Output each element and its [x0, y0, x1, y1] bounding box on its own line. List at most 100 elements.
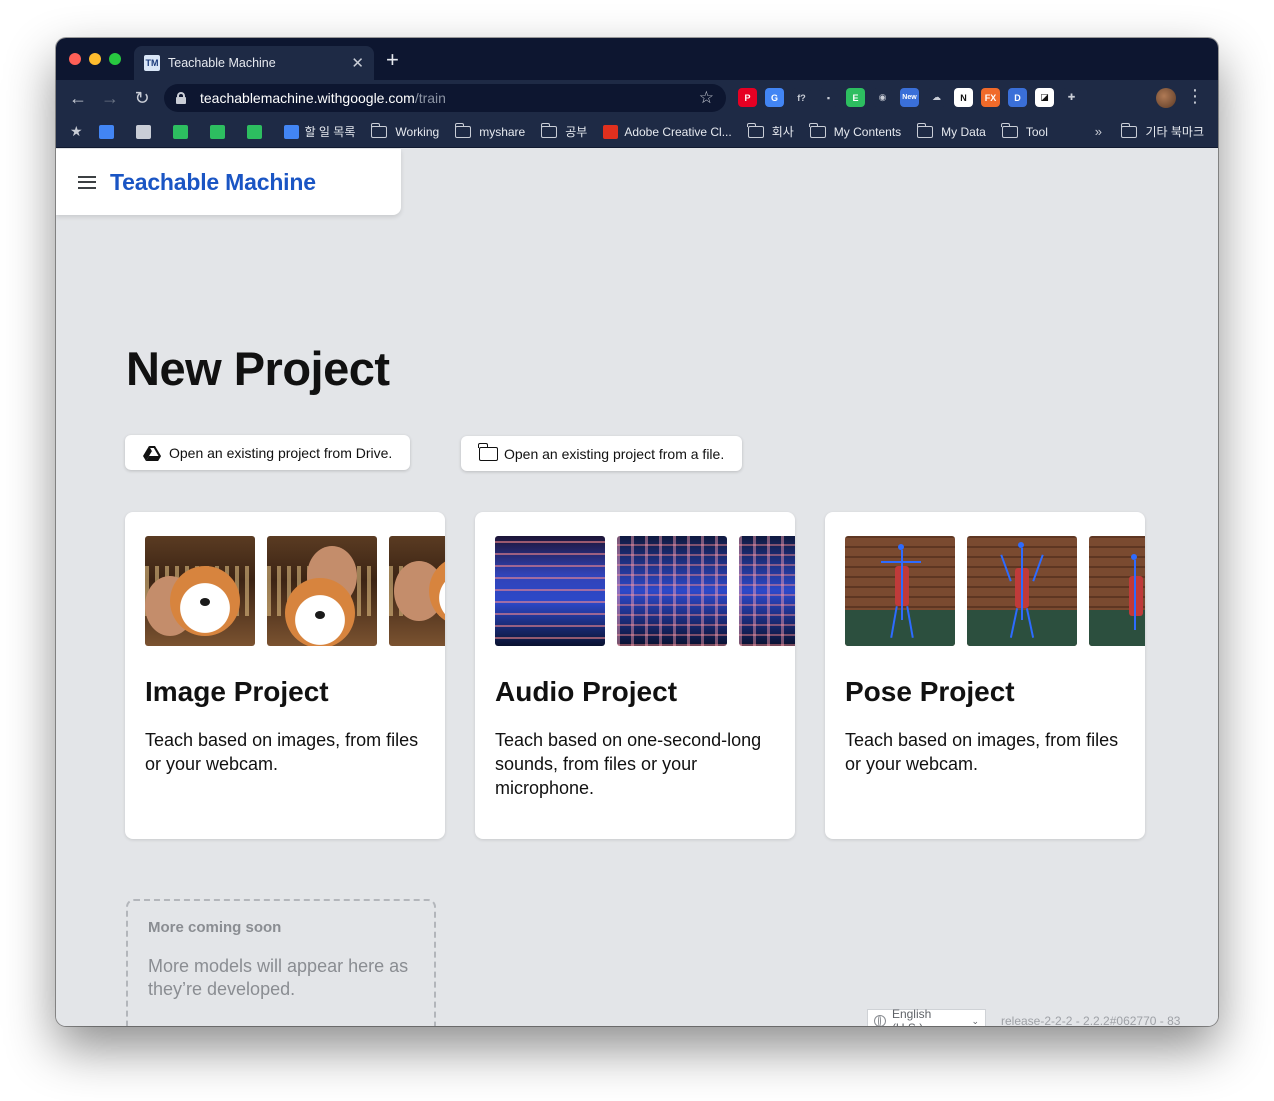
bookmarks-bar: ★ 할 일 목록 Working myshare 공부 Adobe Creative C… — [56, 116, 1218, 148]
audio-project-card[interactable]: Audio Project Teach based on one-second-… — [475, 512, 795, 839]
close-window-button[interactable] — [69, 53, 81, 65]
address-bar[interactable]: teachablemachine.withgoogle.com /train ☆ — [164, 84, 726, 112]
spectrogram-image — [617, 536, 727, 646]
browser-toolbar: ← → ↻ teachablemachine.withgoogle.com /t… — [56, 80, 1218, 116]
other-bookmarks[interactable]: 기타 북마크 — [1120, 122, 1204, 140]
chevron-down-icon: ⌄ — [971, 1015, 979, 1026]
bookmark-label: myshare — [479, 124, 526, 139]
pose-project-card[interactable]: Pose Project Teach based on images, from… — [825, 512, 1145, 839]
globe-icon — [874, 1015, 886, 1026]
spectrogram-image — [495, 536, 605, 646]
open-from-drive-button[interactable]: Open an existing project from Drive. — [125, 435, 411, 470]
fx-icon[interactable]: FX — [981, 88, 1000, 107]
bookmark-label: Working — [395, 124, 440, 139]
app-header: Teachable Machine — [56, 149, 401, 215]
minimize-window-button[interactable] — [89, 53, 101, 65]
language-select[interactable]: English (U.S.) ⌄ — [867, 1007, 986, 1026]
tab-close-icon[interactable]: ✕ — [351, 54, 364, 72]
cloud-icon[interactable]: ☁ — [927, 88, 946, 107]
formula-icon[interactable]: f? — [792, 88, 811, 107]
bookmark-star-icon[interactable]: ☆ — [699, 88, 714, 108]
extensions-area: P Gf? ▪ E ◉ New ☁ N FX D ◪ ✚ — [738, 88, 1081, 107]
open-from-file-button[interactable]: Open an existing project from a file. — [461, 436, 743, 471]
translate-icon[interactable]: G — [765, 88, 784, 107]
bookmark-item[interactable]: Adobe Creative Cl... — [603, 124, 732, 139]
pose-sample-image — [845, 536, 955, 646]
bookmarks-overflow-icon[interactable]: » — [1095, 124, 1102, 139]
bookmark-item[interactable]: myshare — [454, 122, 526, 139]
bookmark-label: My Data — [941, 124, 986, 139]
google-drive-icon — [143, 445, 161, 461]
image-project-description: Teach based on images, from files or you… — [145, 730, 419, 774]
browser-tab[interactable]: TM Teachable Machine ✕ — [134, 46, 374, 80]
bookmark-item[interactable] — [246, 124, 268, 139]
bookmark-label: 공부 — [565, 125, 588, 139]
bookmark-item[interactable]: My Contents — [809, 122, 902, 139]
calendar-icon — [283, 124, 299, 139]
webcam-sample-image — [389, 536, 445, 646]
screen-icon[interactable]: ▪ — [819, 88, 838, 107]
reload-icon[interactable]: ↻ — [126, 88, 158, 109]
docs-icon[interactable]: D — [1008, 88, 1027, 107]
bookmark-item[interactable]: My Data — [916, 122, 986, 139]
teachable-machine-favicon-icon: TM — [144, 55, 160, 71]
blog-icon — [209, 124, 225, 139]
folder-icon — [540, 122, 558, 138]
new-tab-plus-icon[interactable]: + — [386, 49, 399, 71]
image-project-card[interactable]: Image Project Teach based on images, fro… — [125, 512, 445, 839]
evernote-icon[interactable]: E — [846, 88, 865, 107]
bookmark-item[interactable]: 공부 — [540, 122, 588, 140]
folder-icon — [1120, 122, 1138, 138]
bookmark-item[interactable] — [209, 124, 231, 139]
puzzle-icon[interactable]: ✚ — [1062, 88, 1081, 107]
bookmark-item[interactable] — [135, 124, 157, 139]
pinterest-icon[interactable]: P — [738, 88, 757, 107]
split-icon[interactable]: ◪ — [1035, 88, 1054, 107]
apps-grid-icon — [135, 124, 151, 139]
other-bookmarks-label: 기타 북마크 — [1145, 125, 1204, 139]
image-project-title: Image Project — [145, 676, 329, 707]
url-host: teachablemachine.withgoogle.com — [200, 90, 415, 106]
folder-icon — [370, 122, 388, 138]
pose-project-thumbnails — [845, 536, 1145, 646]
bookmark-item[interactable]: Working — [370, 122, 440, 139]
audio-project-description: Teach based on one-second-long sounds, f… — [495, 730, 762, 798]
bookmark-label: My Contents — [833, 124, 902, 139]
profile-avatar[interactable] — [1156, 88, 1176, 108]
folder-icon — [747, 122, 764, 138]
bookmark-item[interactable]: Tool — [1001, 122, 1048, 139]
bell-icon — [172, 124, 188, 139]
audio-project-thumbnails — [495, 536, 795, 646]
coming-soon-title: More coming soon — [148, 919, 282, 936]
notion-icon[interactable]: N — [954, 88, 973, 107]
bookmarks-star-icon[interactable]: ★ — [70, 123, 83, 140]
bookmark-label: 할 일 목록 — [304, 125, 356, 139]
bookmark-item[interactable]: 회사 — [747, 122, 794, 140]
image-project-thumbnails — [145, 536, 445, 646]
forward-arrow-icon[interactable]: → — [94, 88, 126, 109]
camera-icon[interactable]: ◉ — [873, 88, 892, 107]
bookmark-label: Adobe Creative Cl... — [624, 124, 732, 139]
pose-project-description: Teach based on images, from files or you… — [845, 730, 1119, 774]
browser-menu-icon[interactable]: ⋮ — [1186, 86, 1204, 107]
open-from-drive-label: Open an existing project from Drive. — [169, 444, 393, 461]
webcam-sample-image — [145, 536, 255, 646]
coming-soon-description: More models will appear here as they’re … — [148, 956, 409, 999]
back-arrow-icon[interactable]: ← — [62, 88, 94, 109]
language-select-value: English (U.S.) — [891, 1007, 932, 1026]
brand-title[interactable]: Teachable Machine — [110, 169, 316, 196]
new-badge-icon[interactable]: New — [900, 88, 919, 107]
bookmark-item[interactable] — [98, 124, 120, 139]
bookmark-item[interactable] — [172, 124, 194, 139]
url-path: /train — [414, 90, 446, 106]
browser-window: TM Teachable Machine ✕ + ← → ↻ teachable… — [56, 38, 1218, 1026]
pose-project-title: Pose Project — [845, 676, 1015, 707]
maximize-window-button[interactable] — [109, 53, 121, 65]
folder-icon — [478, 442, 498, 461]
pose-sample-image — [967, 536, 1077, 646]
spectrogram-image — [739, 536, 795, 646]
hamburger-menu-icon[interactable] — [78, 175, 96, 189]
bookmark-item[interactable]: 할 일 목록 — [283, 123, 356, 140]
tab-title: Teachable Machine — [168, 56, 276, 70]
lock-icon[interactable] — [176, 92, 186, 104]
